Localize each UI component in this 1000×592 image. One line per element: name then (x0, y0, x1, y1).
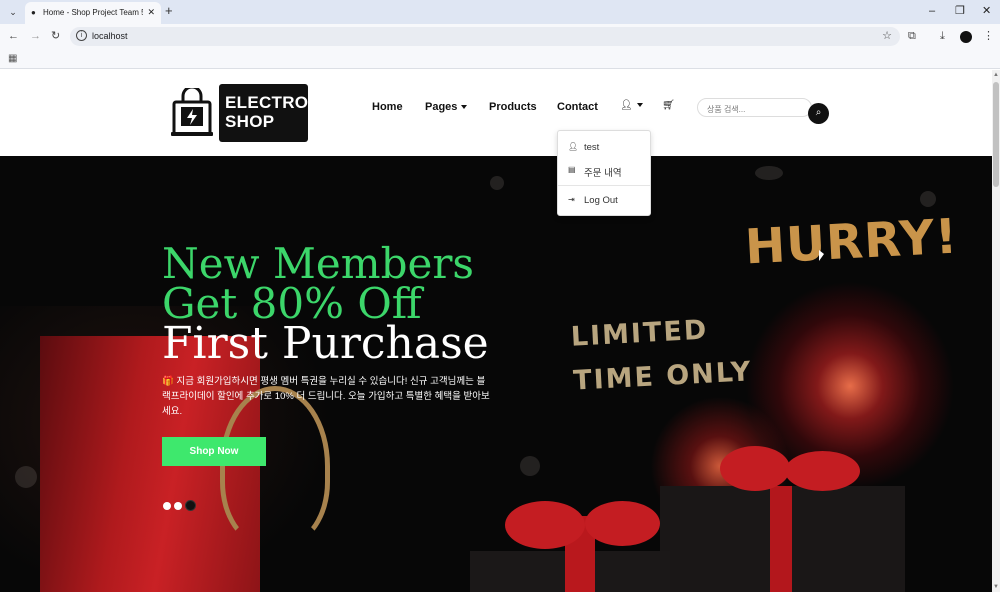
carousel-dot-3-active[interactable] (185, 500, 196, 512)
gift-bow-image (720, 446, 790, 491)
bokeh-light (920, 191, 936, 207)
kebab-menu-icon[interactable]: ⋮ (983, 29, 994, 43)
gift-bow-image (505, 501, 585, 549)
limited-time-image-text: LIMITED TIME ONLY (570, 306, 754, 403)
carousel-dot-1[interactable] (163, 501, 171, 510)
search-input[interactable]: 상품 검색... (697, 98, 812, 117)
scroll-up-icon[interactable]: ▲ (993, 72, 999, 78)
forward-icon[interactable]: → (30, 29, 41, 43)
bokeh-light (490, 176, 504, 190)
download-icon[interactable]: ⤓ (940, 29, 945, 43)
mouse-cursor (819, 250, 824, 261)
dropdown-item-label: Log Out (584, 195, 618, 206)
tab-search-chevron-icon[interactable]: ⌄ (6, 5, 20, 19)
restore-icon[interactable]: ❐ (955, 4, 965, 18)
receipt-icon: ▤ (568, 165, 576, 174)
dropdown-item-label: 주문 내역 (584, 168, 622, 179)
site-info-icon[interactable]: i (76, 30, 87, 41)
tab-title: Home - Shop Project Team 5 (43, 8, 143, 17)
search-button[interactable]: ⌕ (808, 103, 829, 124)
caret-down-icon (461, 105, 468, 110)
page-viewport: ELECTRO SHOP Home Pages Products Contact… (0, 70, 992, 592)
nav-contact[interactable]: Contact (557, 101, 598, 113)
minimize-icon[interactable]: – (929, 4, 935, 18)
gift-bow-image (785, 451, 860, 491)
logo-wordmark[interactable]: ELECTRO SHOP (219, 84, 308, 142)
nav-pages-label: Pages (425, 101, 458, 113)
apps-grid-icon[interactable]: ▦ (8, 53, 17, 64)
dropdown-item-logout[interactable]: ⇥ Log Out (558, 190, 650, 212)
profile-avatar[interactable] (960, 31, 972, 43)
cart-icon[interactable]: 🛒︎ (662, 100, 675, 111)
browser-tab[interactable]: ● Home - Shop Project Team 5 ✕ (25, 2, 161, 24)
limited-line-2: TIME ONLY (572, 356, 754, 397)
url-text: localhost (92, 31, 128, 41)
logo-line-2: SHOP (225, 112, 275, 131)
sign-out-icon: ⇥ (568, 195, 575, 204)
browser-tab-bar: ⌄ ● Home - Shop Project Team 5 ✕ + – ❐ ✕ (0, 0, 1000, 24)
new-tab-icon[interactable]: + (165, 4, 173, 18)
nav-pages[interactable]: Pages (425, 101, 468, 113)
limited-line-1: LIMITED (570, 314, 710, 353)
dropdown-divider (558, 185, 650, 186)
user-menu-toggle[interactable]: 👤︎ (620, 100, 643, 111)
scroll-down-icon[interactable]: ▼ (993, 584, 999, 590)
site-header: ELECTRO SHOP Home Pages Products Contact… (0, 70, 992, 156)
hurry-image-text: HURRY! (743, 208, 960, 276)
nav-home[interactable]: Home (372, 101, 403, 113)
page-scrollbar[interactable]: ▲ ▼ (992, 70, 1000, 592)
user-icon: 👤︎ (620, 100, 633, 111)
hero-title: New Members Get 80% Off First Purchase (162, 239, 489, 369)
hero-title-line-3: First Purchase (162, 318, 489, 369)
shop-now-button[interactable]: Shop Now (162, 437, 266, 466)
shopping-bag-logo-icon[interactable] (170, 88, 214, 138)
back-icon[interactable]: ← (8, 29, 19, 43)
favicon-icon: ● (31, 8, 36, 17)
nav-products[interactable]: Products (489, 101, 537, 113)
window-close-icon[interactable]: ✕ (982, 4, 991, 18)
bookmarks-bar: ▦ (0, 49, 1000, 69)
user-dropdown-menu: 👤︎ test ▤ 주문 내역 ⇥ Log Out (557, 130, 651, 216)
bokeh-light (15, 466, 37, 488)
dropdown-item-orders[interactable]: ▤ 주문 내역 (558, 160, 650, 182)
dropdown-item-label: test (584, 142, 600, 153)
extensions-icon[interactable]: ⧉ (908, 29, 916, 43)
tab-close-icon[interactable]: ✕ (147, 7, 155, 18)
dropdown-item-profile[interactable]: 👤︎ test (558, 137, 650, 159)
carousel-indicators (163, 497, 199, 515)
bokeh-light (755, 166, 783, 180)
bokeh-light (520, 456, 540, 476)
scrollbar-thumb[interactable] (993, 82, 999, 187)
user-icon: 👤︎ (568, 142, 579, 151)
search-icon: ⌕ (815, 107, 822, 118)
carousel-dot-2[interactable] (174, 501, 182, 510)
gift-bow-image (585, 501, 660, 546)
logo-line-1: ELECTRO (225, 93, 309, 112)
browser-toolbar: ← → ↻ i localhost ☆ ⧉ ⤓ ⋮ (0, 24, 1000, 49)
hero-banner: HURRY! LIMITED TIME ONLY New Members Get… (0, 156, 992, 592)
gift-ribbon-image (770, 486, 792, 592)
hero-title-line-1: New Members (162, 239, 474, 288)
reload-icon[interactable]: ↻ (51, 29, 60, 43)
bookmark-star-icon[interactable]: ☆ (882, 29, 892, 42)
caret-down-icon (636, 103, 643, 108)
hero-description: 🎁 지금 회원가입하시면 평생 멤버 특권을 누리실 수 있습니다! 신규 고객… (162, 376, 490, 417)
address-bar[interactable]: i localhost ☆ (70, 27, 900, 46)
